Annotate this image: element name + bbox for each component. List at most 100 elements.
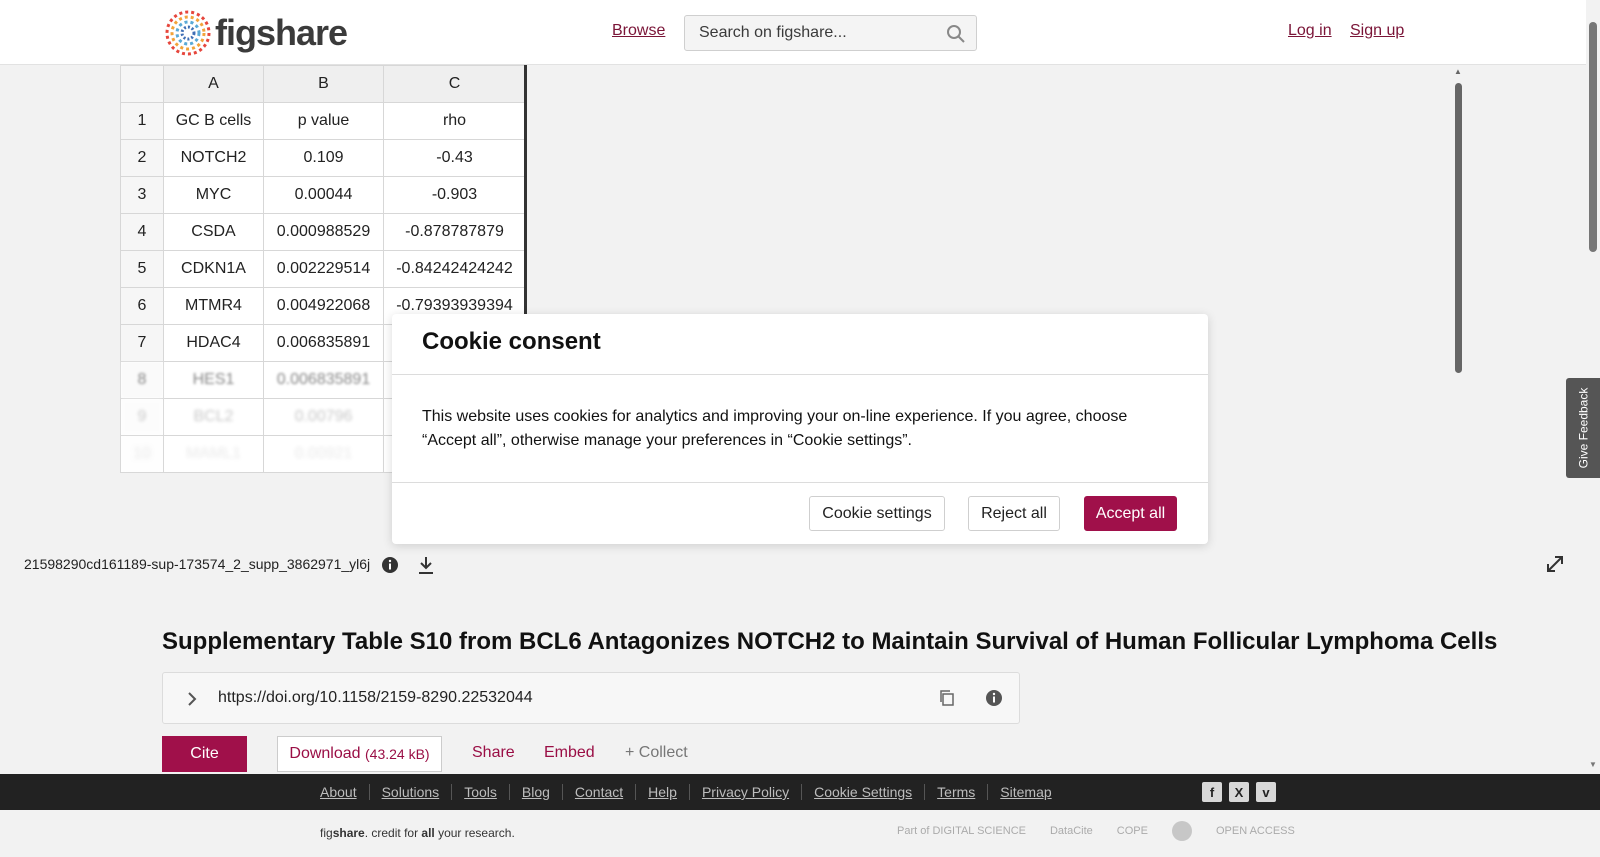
footer-link-help[interactable]: Help bbox=[636, 784, 690, 800]
row-number: 1 bbox=[120, 102, 164, 140]
table-cell: 0.006835891 bbox=[263, 361, 384, 399]
dialog-body: This website uses cookies for analytics … bbox=[392, 375, 1208, 483]
login-link[interactable]: Log in bbox=[1288, 22, 1332, 40]
dialog-header: Cookie consent bbox=[392, 314, 1208, 375]
fullscreen-icon[interactable] bbox=[1546, 555, 1564, 573]
table-row: 3 MYC 0.00044 -0.903 bbox=[120, 176, 526, 214]
scroll-up-icon[interactable]: ▲ bbox=[1454, 67, 1462, 76]
browse-link[interactable]: Browse bbox=[612, 22, 665, 40]
row-number: 2 bbox=[120, 139, 164, 177]
footer-link-terms[interactable]: Terms bbox=[925, 784, 989, 800]
column-header-row: A B C bbox=[120, 65, 526, 103]
table-cell: HDAC4 bbox=[163, 324, 264, 362]
share-link[interactable]: Share bbox=[472, 744, 515, 762]
table-cell: 0.002229514 bbox=[263, 250, 384, 288]
table-cell: MYC bbox=[163, 176, 264, 214]
datacite-logo[interactable]: DataCite bbox=[1049, 824, 1094, 838]
doi-box: https://doi.org/10.1158/2159-8290.225320… bbox=[162, 672, 1020, 724]
table-cell: CDKN1A bbox=[163, 250, 264, 288]
scroll-down-icon[interactable]: ▼ bbox=[1589, 760, 1597, 769]
table-cell: HES1 bbox=[163, 361, 264, 399]
cite-button[interactable]: Cite bbox=[162, 736, 247, 772]
corner-cell bbox=[120, 65, 164, 103]
open-access-logo[interactable]: OPEN ACCESS bbox=[1215, 824, 1296, 838]
dialog-footer: Cookie settings Reject all Accept all bbox=[392, 483, 1208, 543]
x-twitter-icon[interactable]: X bbox=[1229, 782, 1249, 802]
table-cell: 0.00796 bbox=[263, 398, 384, 436]
row-number: 8 bbox=[120, 361, 164, 399]
download-size: (43.24 kB) bbox=[365, 746, 430, 762]
footer-tagline: figshare. credit for all your research. bbox=[320, 826, 515, 840]
search-box bbox=[684, 15, 977, 51]
tagline-all: all bbox=[421, 826, 435, 840]
give-feedback-tab[interactable]: Give Feedback bbox=[1566, 378, 1600, 478]
table-cell: 0.00921 bbox=[263, 435, 384, 473]
download-button[interactable]: Download (43.24 kB) bbox=[277, 736, 442, 772]
footer-link-cookie-settings[interactable]: Cookie Settings bbox=[802, 784, 926, 800]
scrollbar-thumb[interactable] bbox=[1455, 83, 1462, 373]
row-number: 9 bbox=[120, 398, 164, 436]
tagline-part: your research. bbox=[434, 826, 515, 840]
row-number: 7 bbox=[120, 324, 164, 362]
page-scrollbar-thumb[interactable] bbox=[1589, 22, 1597, 252]
doi-info-icon[interactable] bbox=[985, 689, 1003, 707]
tagline-brand: share bbox=[332, 826, 365, 840]
table-cell: MTMR4 bbox=[163, 287, 264, 325]
footer-link-about[interactable]: About bbox=[320, 784, 370, 800]
table-cell: 0.00044 bbox=[263, 176, 384, 214]
download-icon[interactable] bbox=[417, 555, 435, 575]
site-header: figshare Browse Log in Sign up bbox=[0, 0, 1600, 65]
table-cell: 0.004922068 bbox=[263, 287, 384, 325]
table-cell: GC B cells bbox=[163, 102, 264, 140]
sub-footer: figshare. credit for all your research. … bbox=[0, 810, 1600, 857]
dialog-title: Cookie consent bbox=[422, 328, 601, 355]
table-cell: 0.006835891 bbox=[263, 324, 384, 362]
column-header: B bbox=[263, 65, 384, 103]
cope-logo[interactable]: COPE bbox=[1116, 824, 1149, 838]
page-title: Supplementary Table S10 from BCL6 Antago… bbox=[162, 628, 1498, 655]
cookie-consent-dialog: Cookie consent This website uses cookies… bbox=[392, 314, 1208, 544]
reject-all-button[interactable]: Reject all bbox=[968, 496, 1060, 531]
search-input[interactable] bbox=[685, 16, 925, 50]
search-icon[interactable] bbox=[946, 24, 966, 44]
preview-scrollbar[interactable]: ▲ bbox=[1452, 65, 1466, 395]
facebook-icon[interactable]: f bbox=[1202, 782, 1222, 802]
copy-icon[interactable] bbox=[938, 689, 956, 707]
tagline-part: . credit for bbox=[364, 826, 422, 840]
table-cell: p value bbox=[263, 102, 384, 140]
info-icon[interactable] bbox=[381, 556, 399, 574]
table-cell: MAML1 bbox=[163, 435, 264, 473]
column-header: C bbox=[383, 65, 526, 103]
table-row: 5 CDKN1A 0.002229514 -0.84242424242 bbox=[120, 250, 526, 288]
file-name: 21598290cd161189-sup-173574_2_supp_38629… bbox=[24, 556, 371, 572]
footer-link-privacy[interactable]: Privacy Policy bbox=[690, 784, 803, 800]
table-row: 1 GC B cells p value rho bbox=[120, 102, 526, 140]
footer-link-tools[interactable]: Tools bbox=[452, 784, 510, 800]
chevron-right-icon[interactable] bbox=[185, 690, 199, 708]
table-cell: -0.84242424242 bbox=[383, 250, 526, 288]
footer-link-solutions[interactable]: Solutions bbox=[370, 784, 453, 800]
partner-logos: Part of DIGITAL SCIENCE DataCite COPE OP… bbox=[896, 820, 1296, 842]
digital-science-logo[interactable]: Part of DIGITAL SCIENCE bbox=[896, 824, 1027, 838]
table-cell: 0.109 bbox=[263, 139, 384, 177]
row-number: 3 bbox=[120, 176, 164, 214]
collect-link[interactable]: + Collect bbox=[625, 744, 688, 762]
footer-link-sitemap[interactable]: Sitemap bbox=[988, 784, 1063, 800]
row-number: 6 bbox=[120, 287, 164, 325]
signup-link[interactable]: Sign up bbox=[1350, 22, 1404, 40]
row-number: 10 bbox=[120, 435, 164, 473]
footer-link-blog[interactable]: Blog bbox=[510, 784, 563, 800]
figshare-logo[interactable]: figshare bbox=[163, 8, 348, 58]
doi-link[interactable]: https://doi.org/10.1158/2159-8290.225320… bbox=[218, 689, 533, 707]
tagline-part: fig bbox=[320, 826, 333, 840]
vimeo-icon[interactable]: v bbox=[1256, 782, 1276, 802]
accept-all-button[interactable]: Accept all bbox=[1084, 496, 1177, 531]
globe-logo-icon[interactable] bbox=[1171, 820, 1193, 842]
row-number: 5 bbox=[120, 250, 164, 288]
viewer-toolbar: 21598290cd161189-sup-173574_2_supp_38629… bbox=[0, 548, 1600, 582]
table-cell: rho bbox=[383, 102, 526, 140]
footer-link-contact[interactable]: Contact bbox=[563, 784, 637, 800]
embed-link[interactable]: Embed bbox=[544, 744, 595, 762]
table-cell: -0.878787879 bbox=[383, 213, 526, 251]
cookie-settings-button[interactable]: Cookie settings bbox=[809, 496, 945, 531]
